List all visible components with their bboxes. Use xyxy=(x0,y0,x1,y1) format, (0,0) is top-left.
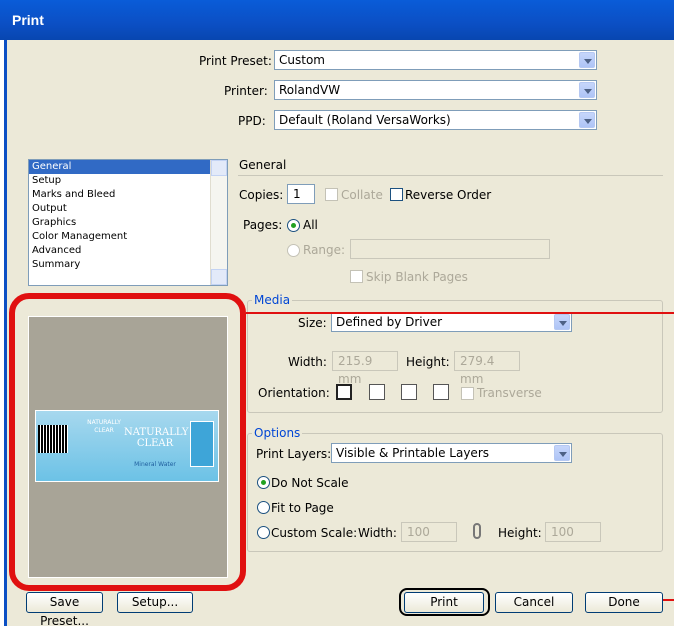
copies-input[interactable]: 1 xyxy=(287,184,315,204)
printer-label: Printer: xyxy=(224,84,268,98)
chevron-down-icon[interactable] xyxy=(554,314,570,330)
category-item-output[interactable]: Output xyxy=(29,202,227,216)
pages-label: Pages: xyxy=(243,218,283,232)
scale-height-label: Height: xyxy=(498,526,542,540)
media-width-label: Width: xyxy=(288,355,327,369)
ppd-label: PPD: xyxy=(238,114,266,128)
scale-width-input[interactable]: 100 xyxy=(401,522,457,542)
category-item-summary[interactable]: Summary xyxy=(29,258,227,272)
landscape-orientation-icon[interactable] xyxy=(369,384,385,400)
copies-label: Copies: xyxy=(239,188,284,202)
fit-to-page-radio[interactable] xyxy=(257,501,270,514)
print-layers-select[interactable]: Visible & Printable Layers xyxy=(331,443,572,463)
link-icon[interactable] xyxy=(473,523,481,539)
do-not-scale-radio[interactable] xyxy=(257,476,270,489)
save-preset-button[interactable]: Save Preset... xyxy=(26,592,103,628)
skip-blank-checkbox[interactable] xyxy=(350,270,363,283)
scale-height-input[interactable]: 100 xyxy=(545,522,601,542)
category-item-marks-and-bleed[interactable]: Marks and Bleed xyxy=(29,188,227,202)
general-divider xyxy=(238,175,663,176)
print-layers-label: Print Layers: xyxy=(256,447,332,461)
transverse-label: Transverse xyxy=(477,386,542,400)
chevron-down-icon[interactable] xyxy=(579,82,595,98)
media-width-input[interactable]: 215.9 mm xyxy=(332,351,398,386)
collate-checkbox[interactable] xyxy=(325,188,338,201)
transverse-checkbox[interactable] xyxy=(461,387,474,400)
collate-label: Collate xyxy=(341,188,383,202)
options-title: Options xyxy=(252,426,303,440)
highlight-pointer-line xyxy=(246,312,674,314)
list-scrollbar[interactable] xyxy=(210,160,227,285)
do-not-scale-label: Do Not Scale xyxy=(271,476,349,490)
chevron-down-icon[interactable] xyxy=(579,112,595,128)
portrait-orientation-icon[interactable] xyxy=(336,384,352,400)
category-list[interactable]: General Setup Marks and Bleed Output Gra… xyxy=(28,159,228,286)
done-button[interactable]: Done xyxy=(585,592,663,613)
printer-select[interactable]: RolandVW xyxy=(274,80,597,100)
pages-all-radio[interactable] xyxy=(287,219,300,232)
custom-scale-radio[interactable] xyxy=(257,526,270,539)
printer-value: RolandVW xyxy=(279,83,341,97)
print-preset-select[interactable]: Custom xyxy=(274,50,597,70)
pages-range-radio[interactable] xyxy=(287,244,300,257)
title-bar: Print xyxy=(0,0,674,40)
flipped-portrait-orientation-icon[interactable] xyxy=(401,384,417,400)
scroll-down-icon[interactable] xyxy=(211,269,227,285)
setup-button[interactable]: Setup... xyxy=(117,592,193,613)
chevron-down-icon[interactable] xyxy=(554,445,570,461)
category-item-general[interactable]: General xyxy=(29,160,227,174)
ppd-select[interactable]: Default (Roland VersaWorks) xyxy=(274,110,597,130)
size-select[interactable]: Defined by Driver xyxy=(331,312,572,332)
reverse-order-label: Reverse Order xyxy=(405,188,492,202)
skip-blank-label: Skip Blank Pages xyxy=(366,270,468,284)
highlight-pointer-line-bottom xyxy=(663,599,674,601)
custom-scale-label: Custom Scale: xyxy=(271,526,358,540)
category-item-graphics[interactable]: Graphics xyxy=(29,216,227,230)
reverse-order-checkbox[interactable] xyxy=(390,188,403,201)
flipped-landscape-orientation-icon[interactable] xyxy=(433,384,449,400)
preview-highlight-frame xyxy=(9,293,246,591)
media-height-label: Height: xyxy=(406,355,450,369)
cancel-button[interactable]: Cancel xyxy=(495,592,573,613)
orientation-label: Orientation: xyxy=(258,386,330,400)
print-button[interactable]: Print xyxy=(404,592,484,613)
print-preset-label: Print Preset: xyxy=(199,54,272,68)
print-layers-value: Visible & Printable Layers xyxy=(336,446,489,460)
media-height-input[interactable]: 279.4 mm xyxy=(454,351,520,386)
category-item-setup[interactable]: Setup xyxy=(29,174,227,188)
size-value: Defined by Driver xyxy=(336,315,443,329)
pages-range-input[interactable] xyxy=(350,239,550,259)
pages-range-label: Range: xyxy=(303,243,346,257)
ppd-value: Default (Roland VersaWorks) xyxy=(279,113,451,127)
media-title: Media xyxy=(252,293,293,307)
category-item-color-management[interactable]: Color Management xyxy=(29,230,227,244)
scale-width-label: Width: xyxy=(358,526,397,540)
fit-to-page-label: Fit to Page xyxy=(271,501,334,515)
pages-all-label: All xyxy=(303,218,318,232)
chevron-down-icon[interactable] xyxy=(579,52,595,68)
general-heading: General xyxy=(239,158,287,172)
scroll-up-icon[interactable] xyxy=(211,160,227,176)
size-label: Size: xyxy=(298,316,327,330)
category-item-advanced[interactable]: Advanced xyxy=(29,244,227,258)
window-title: Print xyxy=(12,12,44,28)
print-preset-value: Custom xyxy=(279,53,325,67)
